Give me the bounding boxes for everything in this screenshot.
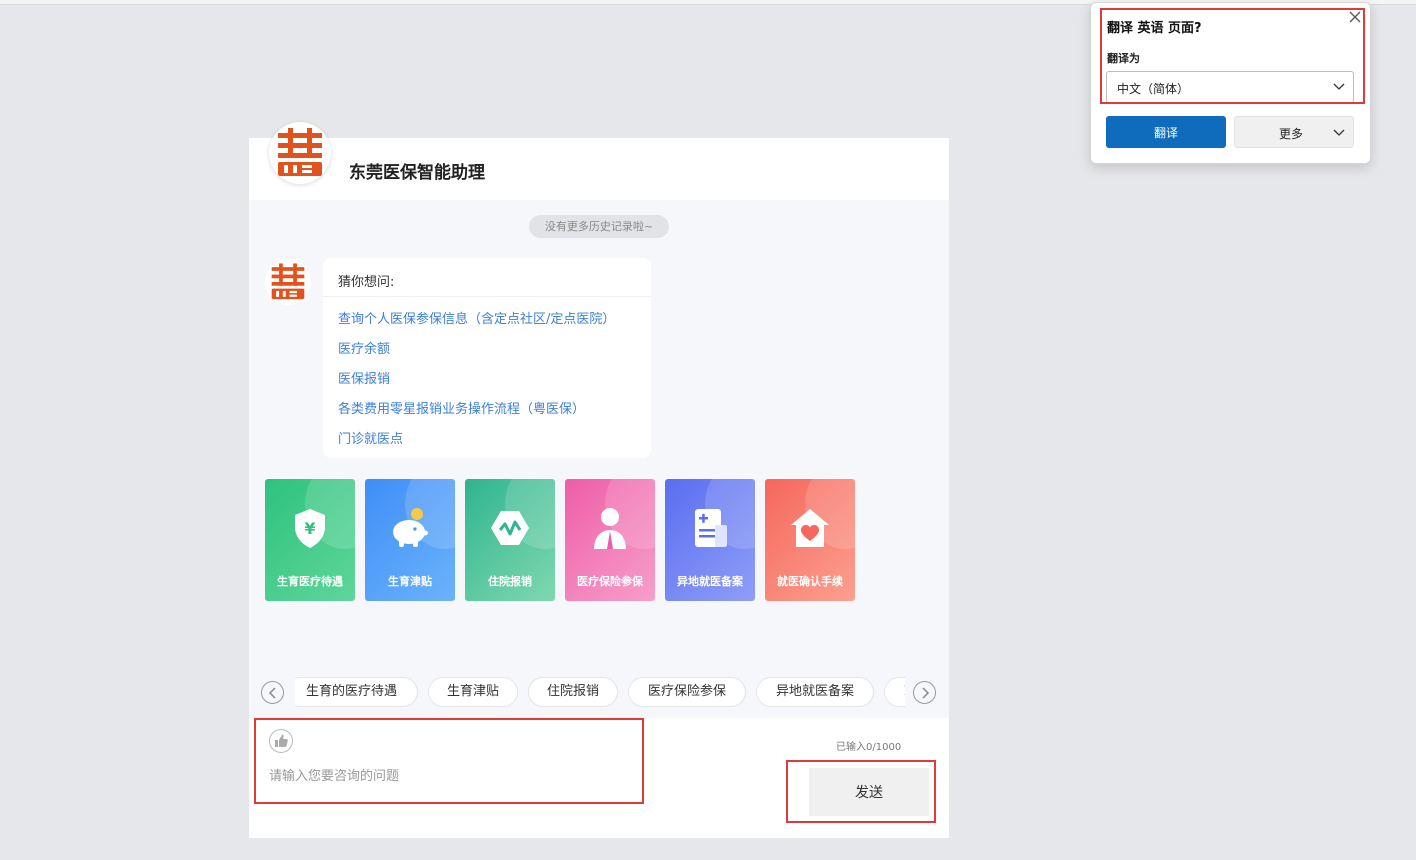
translate-button[interactable]: 翻译 (1106, 116, 1226, 148)
chip[interactable]: 医疗保险参保 (628, 677, 746, 707)
card-label: 住院报销 (488, 575, 532, 588)
chat-window: 东莞医保智能助理 没有更多历史记录啦~ 猜你想问: 查询个人医保参保信息（含定点… (249, 122, 949, 838)
char-counter: 已输入0/1000 (836, 742, 902, 753)
card-maternity-allowance[interactable]: 生育津贴 (365, 479, 455, 601)
send-button[interactable]: 发送 (809, 768, 929, 816)
guess-link[interactable]: 各类费用零星报销业务操作流程（粤医保） (338, 400, 615, 430)
target-language-value: 中文（简体） (1117, 82, 1190, 96)
guess-link[interactable]: 查询个人医保参保信息（含定点社区/定点医院） (338, 310, 615, 340)
card-maternity-medical[interactable]: ¥ 生育医疗待遇 (265, 479, 355, 601)
more-button[interactable]: 更多 (1234, 116, 1354, 148)
question-input[interactable] (269, 764, 619, 788)
input-area: 已输入0/1000 发送 (249, 718, 949, 838)
bot-avatar (265, 259, 311, 305)
chevron-down-icon (1333, 129, 1345, 136)
divider (323, 296, 651, 297)
card-medical-confirmation[interactable]: 就医确认手续 (765, 479, 855, 601)
piggy-bank-icon (385, 503, 435, 553)
thumbs-up-icon[interactable] (269, 729, 293, 753)
guess-links: 查询个人医保参保信息（含定点社区/定点医院） 医疗余额 医保报销 各类费用零星报… (338, 310, 615, 460)
chip[interactable]: 生育的医疗待遇 (295, 677, 418, 707)
logo (269, 122, 331, 184)
card-medical-insurance[interactable]: 医疗保险参保 (565, 479, 655, 601)
quick-chips: 生育的医疗待遇 生育津贴 住院报销 医疗保险参保 异地就医备案 就医确认手续 (249, 676, 949, 710)
svg-text:¥: ¥ (304, 519, 315, 538)
more-label: 更多 (1279, 127, 1304, 141)
shield-yen-icon: ¥ (285, 503, 335, 553)
guess-link[interactable]: 医保报销 (338, 370, 615, 400)
chips-prev-button[interactable] (261, 681, 284, 704)
card-label: 生育津贴 (388, 575, 432, 588)
chips-viewport: 生育的医疗待遇 生育津贴 住院报销 医疗保险参保 异地就医备案 就医确认手续 (295, 676, 905, 710)
card-remote-filing[interactable]: 异地就医备案 (665, 479, 755, 601)
guess-link[interactable]: 门诊就医点 (338, 430, 615, 460)
card-label: 异地就医备案 (677, 575, 743, 588)
close-icon[interactable] (1347, 9, 1363, 25)
card-label: 生育医疗待遇 (277, 575, 343, 588)
chat-title: 东莞医保智能助理 (349, 163, 485, 183)
chevron-left-icon (268, 687, 276, 699)
translate-title: 翻译 英语 页面? (1107, 21, 1202, 36)
doctor-icon (585, 503, 635, 553)
chip[interactable]: 住院报销 (528, 677, 618, 707)
history-note: 没有更多历史记录啦~ (529, 215, 669, 238)
chat-header: 东莞医保智能助理 (249, 122, 949, 200)
chip[interactable]: 就医确认手续 (884, 677, 905, 707)
chevron-down-icon (1333, 83, 1345, 90)
chip[interactable]: 异地就医备案 (756, 677, 874, 707)
chip[interactable]: 生育津贴 (428, 677, 518, 707)
hospital-hexagon-icon (485, 503, 535, 553)
guess-bubble: 猜你想问: 查询个人医保参保信息（含定点社区/定点医院） 医疗余额 医保报销 各… (323, 258, 651, 458)
chips-next-button[interactable] (913, 681, 936, 704)
card-hospital-reimbursement[interactable]: 住院报销 (465, 479, 555, 601)
target-language-select[interactable]: 中文（简体） (1106, 71, 1354, 103)
card-label: 就医确认手续 (777, 575, 843, 588)
card-label: 医疗保险参保 (577, 575, 643, 588)
guess-title: 猜你想问: (338, 275, 395, 290)
document-icon (685, 503, 735, 553)
house-heart-icon (785, 503, 835, 553)
target-language-label: 翻译为 (1107, 52, 1140, 65)
chevron-right-icon (922, 687, 930, 699)
translate-popup: 翻译 英语 页面? 翻译为 中文（简体） 翻译 更多 (1090, 2, 1371, 164)
guess-link[interactable]: 医疗余额 (338, 340, 615, 370)
